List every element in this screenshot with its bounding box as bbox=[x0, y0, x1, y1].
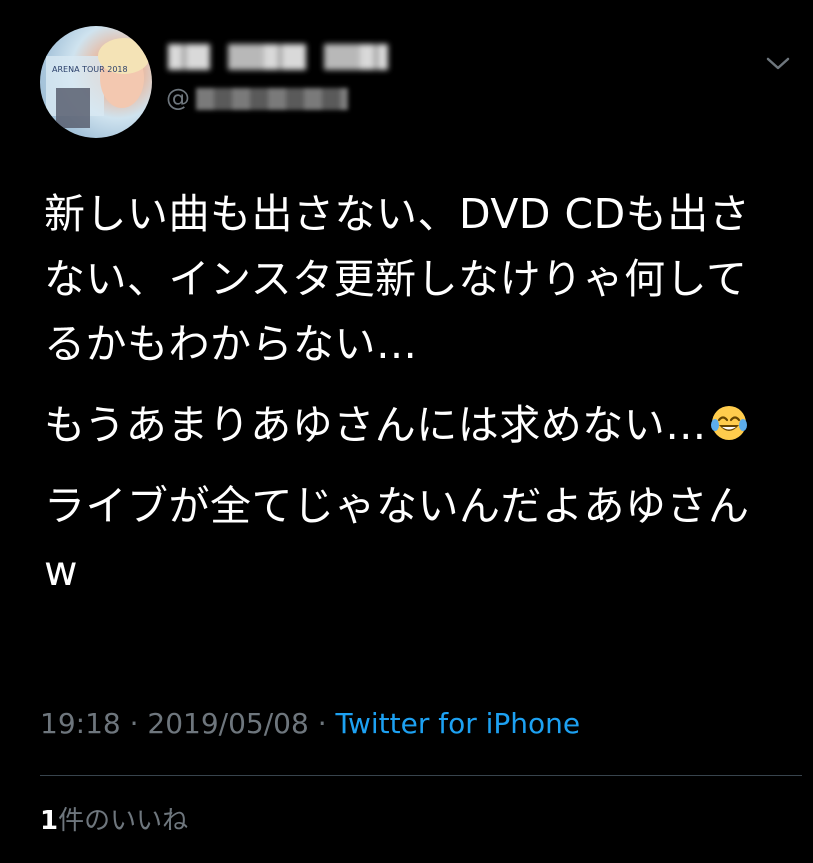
tweet-paragraph: もうあまりあゆさんには求めない… bbox=[44, 393, 774, 458]
avatar[interactable]: ARENA TOUR 2018 bbox=[40, 26, 152, 138]
tweet-source-link[interactable]: Twitter for iPhone bbox=[336, 707, 581, 740]
handle-redacted bbox=[196, 88, 348, 110]
tweet-date: 2019/05/08 bbox=[147, 707, 309, 740]
avatar-tour-text: ARENA TOUR 2018 bbox=[52, 65, 128, 74]
tweet-meta: 19:18 · 2019/05/08 · Twitter for iPhone bbox=[40, 706, 580, 742]
display-name-redacted bbox=[168, 44, 388, 70]
likes-count: 1 bbox=[40, 806, 59, 836]
likes-summary[interactable]: 1件のいいね bbox=[40, 804, 188, 838]
tweet-paragraph-text: もうあまりあゆさんには求めない… bbox=[44, 401, 707, 449]
avatar-image: ARENA TOUR 2018 bbox=[46, 38, 150, 128]
tweet-time: 19:18 bbox=[40, 707, 121, 740]
handle-at-symbol: @ bbox=[166, 84, 190, 112]
chevron-down-icon[interactable] bbox=[764, 52, 792, 74]
meta-separator: · bbox=[308, 707, 336, 740]
meta-separator: · bbox=[120, 707, 148, 740]
tweet-paragraph: ライブが全てじゃないんだよあゆさんw bbox=[44, 482, 750, 595]
face-with-tears-of-joy-icon bbox=[710, 406, 747, 440]
divider bbox=[40, 775, 802, 776]
tweet-paragraph: 新しい曲も出さない、DVD CDも出さない、インスタ更新しなけりゃ何してるかもわ… bbox=[44, 190, 751, 368]
tweet-text: 新しい曲も出さない、DVD CDも出さない、インスタ更新しなけりゃ何してるかもわ… bbox=[44, 182, 774, 620]
likes-label: 件のいいね bbox=[58, 806, 189, 836]
